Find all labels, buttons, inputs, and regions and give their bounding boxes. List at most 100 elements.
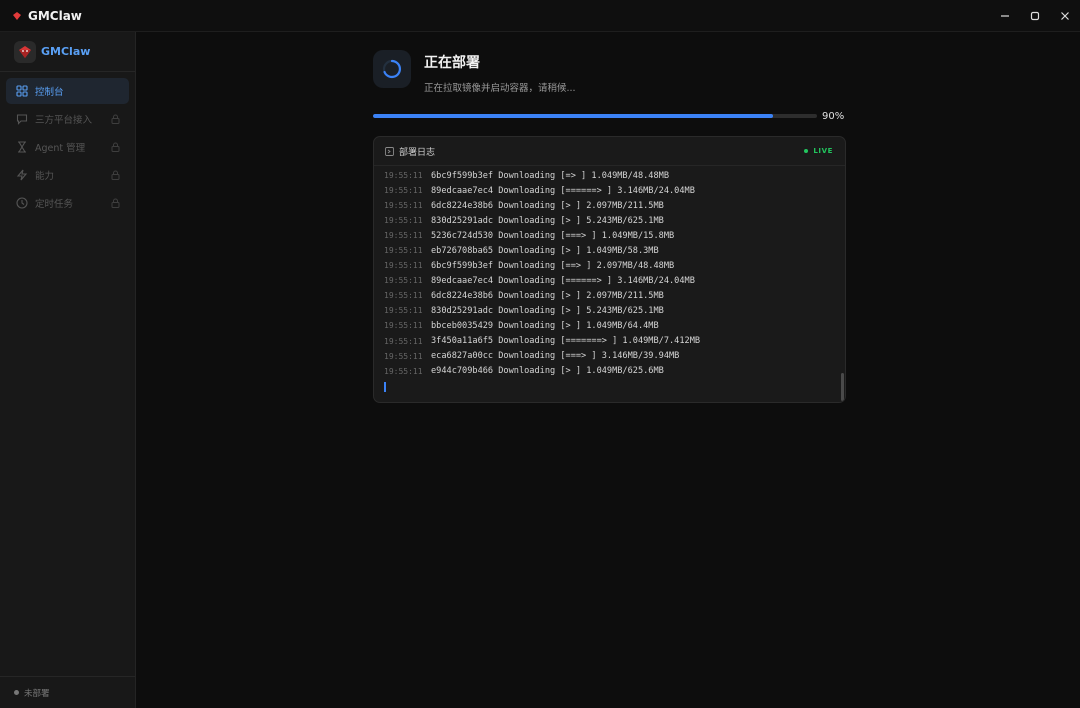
log-message: 830d25291adc Downloading [> ] 5.243MB/62… [431, 215, 664, 226]
log-timestamp: 19:55:11 [384, 186, 423, 196]
live-badge: LIVE [804, 147, 833, 155]
log-message: 5236c724d530 Downloading [===> ] 1.049MB… [431, 230, 675, 241]
log-timestamp: 19:55:11 [384, 171, 423, 181]
log-timestamp: 19:55:11 [384, 261, 423, 271]
log-timestamp: 19:55:11 [384, 306, 423, 316]
close-button[interactable] [1050, 0, 1080, 32]
minimize-icon [1001, 15, 1009, 17]
lightning-icon [16, 169, 28, 181]
log-timestamp: 19:55:11 [384, 246, 423, 256]
lock-icon [111, 170, 120, 180]
deploy-log-panel: 部署日志 LIVE 19:55:11 6bc9f599b3ef Downloadi… [373, 136, 846, 403]
agent-icon [16, 141, 28, 153]
progress-row: 90% [373, 109, 853, 123]
brand-logo [14, 40, 36, 63]
sidebar-item-label: 定时任务 [35, 199, 74, 210]
log-timestamp: 19:55:11 [384, 366, 423, 376]
sidebar-item-capabilities[interactable]: 能力 [6, 162, 129, 188]
log-message: bbceb0035429 Downloading [> ] 1.049MB/64… [431, 320, 659, 331]
sidebar: GMClaw 控制台 三方平台接入 Agent 管理 能力 定时任务 未部署 [0, 32, 136, 708]
sidebar-item-third-party[interactable]: 三方平台接入 [6, 106, 129, 132]
progress-percent: 90% [822, 110, 845, 122]
status-dot [14, 690, 19, 695]
deploy-title: 正在部署 [424, 55, 480, 71]
title-bar: GMClaw [0, 0, 1080, 32]
status-text-group: 正在部署 正在拉取镜像并启动容器，请稍候... [424, 52, 576, 94]
sidebar-item-label: 三方平台接入 [35, 115, 93, 126]
deploy-status-text: 未部署 [24, 688, 50, 699]
progress-bar [373, 114, 817, 118]
log-message: 6dc8224e38b6 Downloading [> ] 2.097MB/21… [431, 200, 664, 211]
log-timestamp: 19:55:11 [384, 201, 423, 211]
log-line: 19:55:11 5236c724d530 Downloading [===> ]… [384, 228, 845, 243]
lock-icon [111, 142, 120, 152]
log-timestamp: 19:55:11 [384, 291, 423, 301]
log-message: eca6827a00cc Downloading [===> ] 3.146MB… [431, 351, 680, 362]
log-line: 19:55:11 830d25291adc Downloading [> ] 5.… [384, 213, 845, 228]
log-line: 19:55:11 6dc8224e38b6 Downloading [> ] 2.… [384, 288, 845, 303]
log-message: 6dc8224e38b6 Downloading [> ] 2.097MB/21… [431, 290, 664, 301]
log-message: 3f450a11a6f5 Downloading [=======> ] 1.0… [431, 336, 701, 347]
live-dot [804, 149, 809, 153]
deploy-subtitle: 正在拉取镜像并启动容器，请稍候... [424, 83, 576, 94]
main-content: 正在部署 正在拉取镜像并启动容器，请稍候... 90% 部署日志 LIVE 19… [136, 32, 1080, 708]
brand-name: GMClaw [41, 45, 91, 58]
log-message: 89edcaae7ec4 Downloading [======> ] 3.14… [431, 275, 695, 286]
log-scrollbar[interactable] [841, 373, 844, 401]
sidebar-item-scheduled-tasks[interactable]: 定时任务 [6, 190, 129, 216]
log-message: e944c709b466 Downloading [> ] 1.049MB/62… [431, 366, 664, 377]
log-line: 19:55:11 bbceb0035429 Downloading [> ] 1.… [384, 318, 845, 333]
minimize-button[interactable] [990, 0, 1020, 32]
live-label: LIVE [813, 147, 833, 155]
window-controls [990, 0, 1080, 32]
sidebar-nav: 控制台 三方平台接入 Agent 管理 能力 定时任务 [0, 72, 135, 224]
chat-bubble-icon [16, 113, 28, 125]
grid-icon [16, 85, 28, 97]
spinner [373, 50, 411, 88]
log-title: 部署日志 [399, 147, 436, 158]
lock-icon [111, 198, 120, 208]
terminal-icon [385, 146, 394, 156]
sidebar-item-label: 控制台 [35, 87, 64, 98]
log-timestamp: 19:55:11 [384, 336, 423, 346]
loading-spinner-icon [382, 59, 402, 79]
maximize-icon [1030, 11, 1040, 21]
clock-icon [16, 197, 28, 209]
log-header: 部署日志 LIVE [374, 137, 845, 166]
log-line: 19:55:11 eb726708ba65 Downloading [> ] 1.… [384, 243, 845, 258]
brand-logo-icon [19, 45, 31, 58]
deploy-status-header: 正在部署 正在拉取镜像并启动容器，请稍候... [373, 50, 576, 94]
log-timestamp: 19:55:11 [384, 231, 423, 241]
log-timestamp: 19:55:11 [384, 351, 423, 361]
log-line: 19:55:11 89edcaae7ec4 Downloading [======… [384, 273, 845, 288]
log-line: 19:55:11 e944c709b466 Downloading [> ] 1.… [384, 364, 845, 379]
log-line: 19:55:11 6dc8224e38b6 Downloading [> ] 2.… [384, 198, 845, 213]
app-logo-icon [13, 11, 21, 20]
deploy-status-footer: 未部署 [0, 676, 135, 708]
log-message: eb726708ba65 Downloading [> ] 1.049MB/58… [431, 245, 659, 256]
log-body[interactable]: 19:55:11 6bc9f599b3ef Downloading [=> ] 1… [374, 166, 845, 392]
log-message: 6bc9f599b3ef Downloading [==> ] 2.097MB/… [431, 260, 675, 271]
log-line: 19:55:11 3f450a11a6f5 Downloading [======… [384, 334, 845, 349]
close-icon [1061, 12, 1069, 20]
lock-icon [111, 114, 120, 124]
sidebar-item-label: 能力 [35, 171, 55, 182]
log-timestamp: 19:55:11 [384, 216, 423, 226]
sidebar-item-agent[interactable]: Agent 管理 [6, 134, 129, 160]
log-timestamp: 19:55:11 [384, 276, 423, 286]
log-message: 830d25291adc Downloading [> ] 5.243MB/62… [431, 305, 664, 316]
maximize-button[interactable] [1020, 0, 1050, 32]
log-cursor [384, 381, 386, 392]
window-title: GMClaw [28, 8, 82, 23]
sidebar-item-console[interactable]: 控制台 [6, 78, 129, 104]
sidebar-item-label: Agent 管理 [35, 143, 86, 154]
log-timestamp: 19:55:11 [384, 321, 423, 331]
log-line: 19:55:11 89edcaae7ec4 Downloading [======… [384, 183, 845, 198]
log-line: 19:55:11 6bc9f599b3ef Downloading [=> ] 1… [384, 168, 845, 183]
log-line: 19:55:11 830d25291adc Downloading [> ] 5.… [384, 303, 845, 318]
sidebar-brand[interactable]: GMClaw [0, 32, 135, 72]
log-message: 6bc9f599b3ef Downloading [=> ] 1.049MB/4… [431, 170, 669, 181]
progress-fill [373, 114, 773, 118]
log-line: 19:55:11 eca6827a00cc Downloading [===> ]… [384, 349, 845, 364]
log-message: 89edcaae7ec4 Downloading [======> ] 3.14… [431, 185, 695, 196]
